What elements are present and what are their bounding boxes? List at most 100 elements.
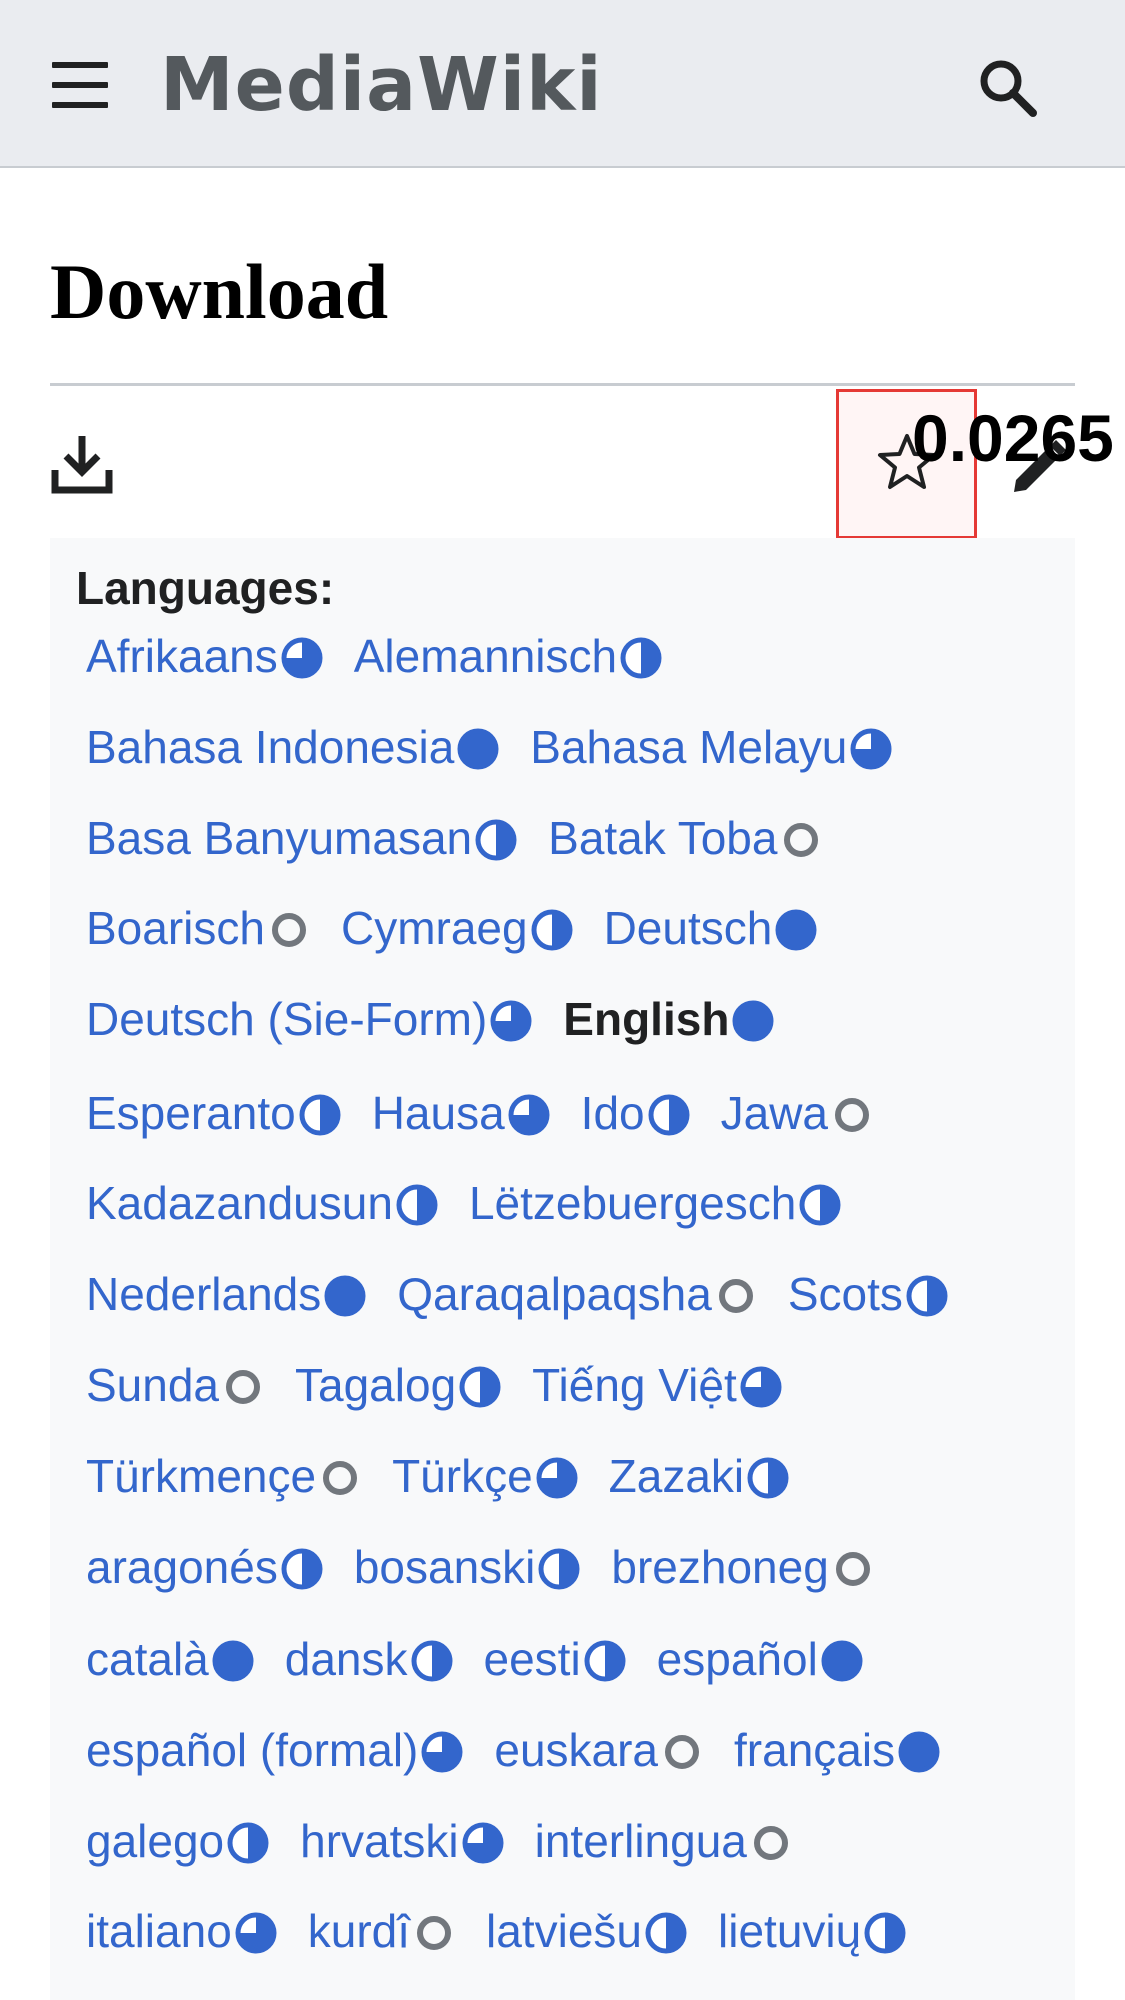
translation-status-empty-icon: [318, 1454, 362, 1498]
language-name: Alemannisch: [353, 630, 618, 682]
language-link[interactable]: dansk: [285, 1629, 454, 1689]
language-name: français: [734, 1724, 896, 1776]
language-link[interactable]: aragonés: [86, 1537, 324, 1597]
language-link: English: [563, 989, 775, 1049]
language-link[interactable]: brezhoneg: [611, 1537, 874, 1597]
language-row: español (formal) euskara français: [86, 1720, 971, 1780]
translation-status-half-icon: [863, 1909, 907, 1954]
translation-status-half-icon: [644, 1909, 688, 1954]
language-row: Nederlands Qaraqalpaqsha Scots: [86, 1264, 979, 1324]
translation-status-full-icon: [323, 1272, 367, 1317]
language-row: aragonés bosanski brezhoneg: [86, 1537, 905, 1597]
language-name: interlingua: [534, 1815, 747, 1867]
language-link[interactable]: Esperanto: [86, 1083, 342, 1143]
language-link[interactable]: latviešu: [486, 1901, 688, 1961]
language-link[interactable]: Deutsch: [604, 898, 819, 958]
site-title[interactable]: MediaWiki: [160, 40, 603, 130]
language-link[interactable]: Zazaki: [609, 1446, 790, 1506]
language-link[interactable]: interlingua: [535, 1811, 793, 1871]
language-link[interactable]: español (formal): [86, 1720, 464, 1780]
language-link[interactable]: català: [86, 1629, 255, 1689]
language-name: Cymraeg: [340, 902, 528, 954]
language-link[interactable]: galego: [86, 1811, 270, 1871]
language-link[interactable]: Boarisch: [86, 898, 311, 958]
language-link[interactable]: Tiếng Việt: [532, 1355, 783, 1415]
hamburger-menu-icon[interactable]: [52, 62, 108, 110]
translation-status-half-icon: [474, 816, 518, 861]
language-name: latviešu: [486, 1905, 643, 1957]
language-link[interactable]: italiano: [86, 1901, 278, 1961]
translation-status-empty-icon: [779, 816, 823, 860]
language-name: català: [86, 1633, 209, 1685]
language-name: eesti: [483, 1633, 581, 1685]
language-link[interactable]: Ido: [581, 1083, 691, 1143]
overlay-value: 0.0265: [912, 401, 1114, 475]
language-row: català dansk eesti español: [86, 1629, 894, 1689]
language-link[interactable]: eesti: [484, 1629, 627, 1689]
language-link[interactable]: Scots: [788, 1264, 949, 1324]
translation-status-empty-icon: [660, 1728, 704, 1772]
translation-status-half-icon: [647, 1091, 691, 1136]
language-link[interactable]: Sunda: [86, 1355, 265, 1415]
language-row: Kadazandusun Lëtzebuergesch: [86, 1173, 872, 1233]
language-link[interactable]: français: [734, 1720, 941, 1780]
translation-status-half-icon: [583, 1637, 627, 1682]
language-name: Hausa: [371, 1087, 505, 1139]
language-name: Qaraqalpaqsha: [397, 1268, 712, 1320]
language-link[interactable]: Alemannisch: [354, 626, 663, 686]
language-link[interactable]: Batak Toba: [548, 808, 823, 868]
language-link[interactable]: Deutsch (Sie-Form): [86, 989, 533, 1049]
translation-status-full-icon: [731, 997, 775, 1042]
language-link[interactable]: Kadazandusun: [86, 1173, 439, 1233]
language-row: Türkmençe Türkçe Zazaki: [86, 1446, 820, 1506]
language-link[interactable]: Türkmençe: [86, 1446, 362, 1506]
language-name: Bahasa Melayu: [530, 721, 848, 773]
language-link[interactable]: español: [657, 1629, 864, 1689]
language-link[interactable]: Jawa: [721, 1083, 874, 1143]
language-row: Sunda Tagalog Tiếng Việt: [86, 1355, 813, 1415]
language-name: kurdî: [307, 1905, 411, 1957]
download-icon[interactable]: [50, 432, 114, 496]
language-link[interactable]: hrvatski: [300, 1811, 504, 1871]
language-link[interactable]: Türkçe: [392, 1446, 579, 1506]
language-link[interactable]: lietuvių: [718, 1901, 907, 1961]
language-link[interactable]: Afrikaans: [86, 626, 324, 686]
language-link[interactable]: Bahasa Indonesia: [86, 717, 500, 777]
language-link[interactable]: Tagalog: [295, 1355, 502, 1415]
translation-status-three-quarter-icon: [461, 1819, 505, 1864]
translation-status-empty-icon: [221, 1363, 265, 1407]
translation-status-full-icon: [456, 725, 500, 770]
language-name: Ido: [580, 1087, 645, 1139]
language-link[interactable]: Lëtzebuergesch: [469, 1173, 842, 1233]
language-link[interactable]: Nederlands: [86, 1264, 367, 1324]
language-link[interactable]: bosanski: [354, 1537, 582, 1597]
language-row: Deutsch (Sie-Form) English: [86, 989, 805, 1049]
language-link[interactable]: Cymraeg: [341, 898, 574, 958]
language-link[interactable]: Hausa: [372, 1083, 551, 1143]
language-name: hrvatski: [300, 1815, 459, 1867]
language-link[interactable]: Qaraqalpaqsha: [397, 1264, 758, 1324]
translation-status-full-icon: [211, 1637, 255, 1682]
language-row: italiano kurdî latviešu lietuvių: [86, 1901, 937, 1961]
language-name: Afrikaans: [86, 630, 278, 682]
language-name: Jawa: [720, 1087, 829, 1139]
language-name: Türkmençe: [86, 1450, 317, 1502]
translation-status-empty-icon: [831, 1545, 875, 1589]
top-header: MediaWiki: [0, 0, 1125, 168]
language-link[interactable]: euskara: [494, 1720, 704, 1780]
language-link[interactable]: Bahasa Melayu: [530, 717, 893, 777]
search-icon[interactable]: [975, 55, 1039, 119]
translation-status-full-icon: [774, 906, 818, 951]
translation-status-half-icon: [395, 1181, 439, 1226]
translation-status-half-icon: [280, 1545, 324, 1590]
language-link[interactable]: kurdî: [308, 1901, 456, 1961]
translation-status-half-icon: [905, 1272, 949, 1317]
languages-heading: Languages:: [76, 562, 335, 614]
language-link[interactable]: Basa Banyumasan: [86, 808, 518, 868]
language-name: Batak Toba: [548, 812, 778, 864]
translation-status-three-quarter-icon: [280, 634, 324, 679]
translation-status-half-icon: [458, 1363, 502, 1408]
translation-status-full-icon: [820, 1637, 864, 1682]
language-name: Sunda: [86, 1359, 220, 1411]
translation-status-empty-icon: [830, 1091, 874, 1135]
